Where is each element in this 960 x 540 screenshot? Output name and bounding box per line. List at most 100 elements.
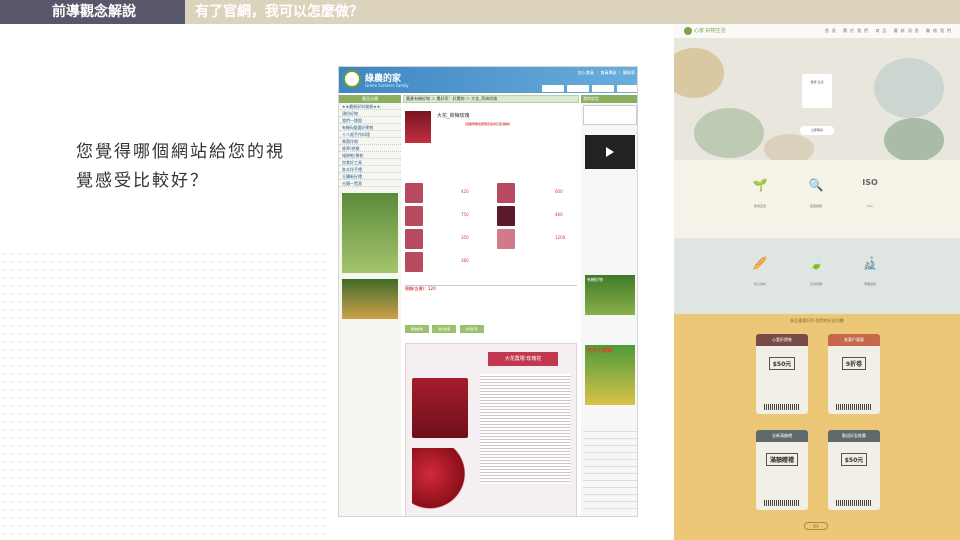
- dot-pattern: [0, 250, 330, 540]
- sidebar-item[interactable]: 綠餅乾/果乾: [339, 152, 401, 159]
- hero-banner: 優選 生活 立即購買: [674, 38, 960, 164]
- coupon-body: 9折卷: [828, 346, 880, 414]
- hero-blob: [884, 118, 944, 162]
- product-thumb[interactable]: [497, 206, 515, 226]
- price: 380: [461, 258, 469, 263]
- coupon-head: 老客戶優惠: [828, 334, 880, 346]
- slide-title: 有了官網，我可以怎麼做？: [195, 4, 363, 20]
- sprout-icon: 🌱: [752, 178, 768, 192]
- left-site-sidebar: 產品分類 ★★最新好料報報★★ 頭份好物 我們—銷園 有機&優選好果物 十八般手…: [339, 95, 401, 516]
- price: 420: [461, 189, 469, 194]
- video-thumbnail[interactable]: [585, 135, 635, 169]
- breadcrumb[interactable]: 農產有機好物 ＞ 農好家：好農物 ＞ 大花_荷梅玫瑰: [403, 95, 579, 103]
- barcode-icon: [836, 404, 872, 410]
- banner-title: 大花農場‧玫瑰花: [488, 352, 558, 366]
- product-thumb[interactable]: [497, 183, 515, 203]
- feature-caption: 產地直送: [753, 204, 766, 208]
- magnifier-icon: 🔍: [808, 178, 824, 192]
- coupon-head: 歡迎好友推薦: [828, 430, 880, 442]
- coupon-card[interactable]: 歡迎好友推薦 $50元: [828, 430, 880, 510]
- product-thumb[interactable]: [405, 206, 423, 226]
- coupon-card[interactable]: 老客戶優惠 9折卷: [828, 334, 880, 414]
- question-text: 您覺得哪個網站給您的視 覺感受比較好？: [76, 138, 286, 196]
- coupon-section: 新品優惠好評‧我們的好友回饋 心愛折價卷 $50元 老客戶優惠 9折卷 全新滿額…: [674, 314, 960, 540]
- tab-bar: 購物說明 農夫故事 交流好康: [405, 325, 577, 333]
- left-site-nav[interactable]: [339, 85, 637, 93]
- hero-blob: [874, 58, 944, 118]
- product-note: （週期營購含量限定提供訂單/購物）: [463, 122, 513, 126]
- right-column-head: 我的設定: [581, 95, 637, 103]
- product-thumb[interactable]: [405, 229, 423, 249]
- tab-item[interactable]: 農夫故事: [432, 325, 457, 333]
- left-site-header: 綠農的家 Green Farmers Family 加入會員 ｜ 會員專區 ｜ …: [339, 67, 637, 93]
- sidebar-item[interactable]: 分類一覽表: [339, 180, 401, 187]
- price: 350: [461, 235, 469, 240]
- coupon-value: $50元: [768, 357, 796, 370]
- list-item: 380: [405, 252, 577, 275]
- left-website-screenshot: 綠農的家 Green Farmers Family 加入會員 ｜ 會員專區 ｜ …: [338, 66, 638, 517]
- coupon-card[interactable]: 全新滿額禮 滿額贈禮: [756, 430, 808, 510]
- iso-icon: ISO: [862, 178, 878, 187]
- banner-text-block: [480, 374, 570, 484]
- coupon-title: 新品優惠好評‧我們的好友回饋: [790, 318, 844, 323]
- list-item: 420 600: [405, 183, 577, 206]
- list-item: 750 460: [405, 206, 577, 229]
- sidebar-item[interactable]: 又購新好禮: [339, 173, 401, 180]
- feature-caption: 專業檢驗: [863, 282, 876, 286]
- microscope-icon: 🔬: [862, 256, 878, 270]
- hero-button[interactable]: 立即購買: [800, 126, 834, 135]
- tab-item[interactable]: 交流好康: [459, 325, 484, 333]
- coupon-value: 9折卷: [841, 357, 867, 370]
- coupon-value: $50元: [840, 453, 868, 466]
- barcode-icon: [764, 500, 800, 506]
- more-button[interactable]: 更多: [804, 522, 828, 530]
- play-icon: [606, 147, 614, 157]
- sidebar-item[interactable]: 果蔬作物: [339, 138, 401, 145]
- right-site-menu[interactable]: 首頁 關於我們 商品 最新消息 聯絡我們: [825, 28, 954, 34]
- sidebar-item[interactable]: 各式伴手禮: [339, 166, 401, 173]
- coupon-card[interactable]: 心愛折價卷 $50元: [756, 334, 808, 414]
- sidebar-item[interactable]: 十八般手作料理: [339, 131, 401, 138]
- sidebar-banner-image[interactable]: [342, 193, 398, 273]
- ad-banner[interactable]: 有機好物: [585, 275, 635, 315]
- question-line-1: 您覺得哪個網站給您的視: [76, 142, 285, 162]
- right-site-logo[interactable]: 心家 好物生活: [694, 27, 726, 34]
- sidebar-item[interactable]: 香草/茶類: [339, 145, 401, 152]
- price: 600: [555, 189, 563, 194]
- coupon-body: $50元: [828, 442, 880, 510]
- left-sidebar-head: 產品分類: [339, 95, 401, 103]
- jar-image: [412, 378, 468, 438]
- feature-caption: 天然有機: [809, 282, 822, 286]
- question-line-2: 覺感受比較好？: [76, 171, 209, 191]
- product-thumb[interactable]: [405, 252, 423, 272]
- right-link-list[interactable]: [583, 425, 637, 515]
- sidebar-item[interactable]: 良食好工具: [339, 159, 401, 166]
- rose-image: [412, 448, 472, 512]
- order-total: 總額(含運)：120: [405, 285, 577, 293]
- product-thumb[interactable]: [405, 183, 423, 203]
- barcode-icon: [836, 500, 872, 506]
- sidebar-item[interactable]: ★★最新好料報報★★: [339, 103, 401, 110]
- coupon-body: $50元: [756, 346, 808, 414]
- right-site-header: 心家 好物生活 首頁 關於我們 商品 最新消息 聯絡我們: [674, 24, 960, 38]
- coupon-body: 滿額贈禮: [756, 442, 808, 510]
- login-box[interactable]: [583, 105, 637, 125]
- tab-item[interactable]: 購物說明: [405, 325, 429, 333]
- price: 1200: [555, 235, 566, 240]
- feature-caption: ISO: [867, 204, 873, 208]
- sidebar-item[interactable]: 頭份好物: [339, 110, 401, 117]
- ad-banner[interactable]: 天天七菜單: [585, 345, 635, 405]
- product-title: 大花_荷梅玫瑰: [437, 113, 470, 119]
- feature-row-1: 🌱 產地直送 🔍 嚴選把關 ISO ISO: [674, 160, 960, 238]
- sidebar-item[interactable]: 有機&優選好果物: [339, 124, 401, 131]
- product-thumb[interactable]: [497, 229, 515, 249]
- left-site-main: 農產有機好物 ＞ 農好家：好農物 ＞ 大花_荷梅玫瑰 大花_荷梅玫瑰 （週期營購…: [403, 95, 579, 516]
- left-site-top-links[interactable]: 加入會員 ｜ 會員專區 ｜ 購物車: [578, 70, 635, 76]
- sidebar-item[interactable]: 我們—銷園: [339, 117, 401, 124]
- product-banner: 大花農場‧玫瑰花: [405, 343, 577, 516]
- food-icon: 🥖: [752, 256, 768, 270]
- left-site-right-column: 我的設定 有機好物 天天七菜單: [581, 95, 637, 516]
- sidebar-banner-image[interactable]: [342, 279, 398, 319]
- coupon-value: 滿額贈禮: [765, 453, 798, 466]
- list-item: 350 1200: [405, 229, 577, 252]
